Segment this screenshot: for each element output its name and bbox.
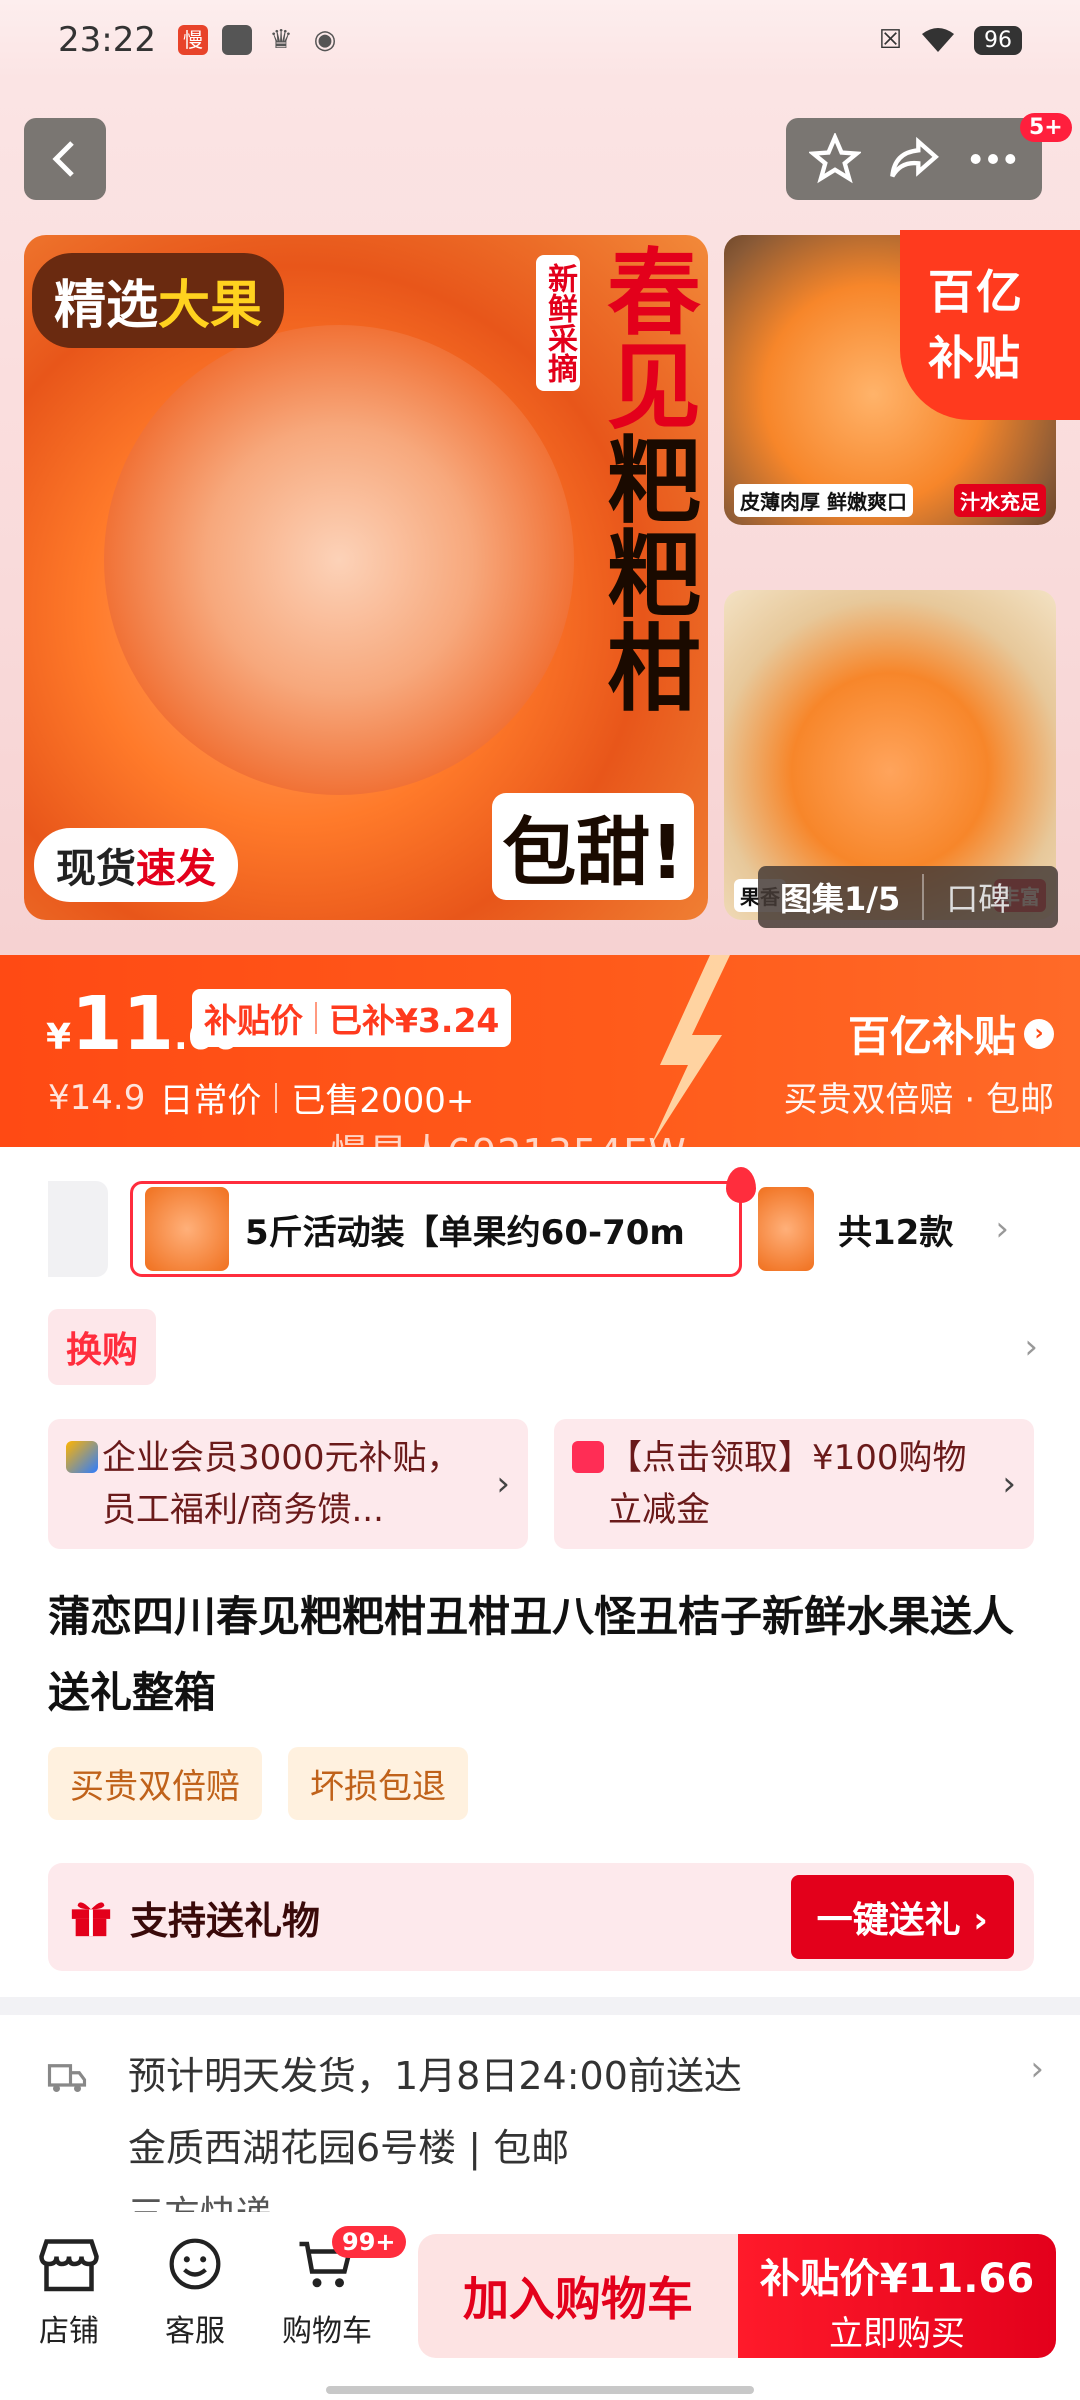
sku-selected-option[interactable]: 5斤活动装【单果约60-70m (130, 1181, 742, 1277)
product-info-card: 5斤活动装【单果约60-70m 共12款 › 换购 › 企业会员3000元补贴，… (0, 1147, 1080, 1997)
peeled-orange-graphic (104, 325, 574, 795)
price-subline: ¥14.9 日常价 已售2000+ (48, 1073, 474, 1122)
back-button[interactable] (24, 118, 106, 200)
side-image-1-caption: 皮薄肉厚 鲜嫩爽口 汁水充足 (734, 484, 1046, 517)
notification-off-icon: ☒ (878, 25, 902, 55)
share-icon[interactable] (888, 133, 940, 185)
smile-icon (169, 2238, 221, 2290)
sold-count: 已售2000+ (291, 1081, 475, 1121)
old-price: ¥14.9 (48, 1077, 146, 1118)
sku-thumbnail (145, 1187, 229, 1271)
chevron-right-icon: › (1002, 1464, 1016, 1504)
gallery-count-label: 图集1/5 (758, 874, 925, 920)
product-title: 蒲恋四川春见粑粑柑丑柑丑八怪丑桔子新鲜水果送人送礼整箱 (48, 1592, 1015, 1717)
subsidy-logo: 百亿 补贴 (900, 230, 1080, 420)
hot-icon (726, 1167, 756, 1203)
wifi-icon (922, 28, 954, 52)
sku-prev-item[interactable] (48, 1181, 108, 1277)
sku-more-options[interactable]: 共12款 › (758, 1181, 1009, 1277)
sku-thumbnail (758, 1187, 814, 1271)
fresh-picked-tag: 新鲜采摘 (536, 255, 580, 391)
subsidy-tag: 补贴价 已补¥3.24 (192, 989, 512, 1047)
home-indicator[interactable] (326, 2386, 754, 2394)
sku-count: 共12款 (838, 1212, 954, 1253)
gift-icon (71, 1902, 111, 1937)
gift-label: 支持送礼物 (130, 1898, 321, 1943)
status-bar: 23:22 慢 ♛ ◉ ☒ 96 (0, 0, 1080, 80)
in-stock-tag: 现货速发 (34, 828, 238, 902)
more-icon[interactable] (967, 133, 1019, 185)
crown-icon: ♛ (269, 25, 293, 55)
chevron-right-icon: › (1030, 2049, 1044, 2089)
sweet-tag: 包甜! (492, 793, 694, 900)
delivery-info[interactable]: 预计明天发货，1月8日24:00前送达 金质西湖花园6号楼 | 包邮 三方快递 … (0, 1997, 1080, 2235)
image-title: 春见粑粑柑 (591, 243, 700, 713)
store-icon (39, 2239, 99, 2292)
subsidy-brand[interactable]: 百亿补贴 › 买贵双倍赔 · 包邮 (784, 1003, 1054, 1121)
delivery-address: 金质西湖花园6号楼 | 包邮 (128, 2126, 570, 2170)
service-chip[interactable]: 坏损包退 (288, 1747, 468, 1820)
chevron-right-icon: › (1024, 1018, 1054, 1049)
promo-coupon[interactable]: 【点击领取】¥100购物立减金 › (554, 1419, 1034, 1549)
swap-row[interactable]: 换购 › (48, 1307, 1038, 1387)
status-time: 23:22 (58, 20, 156, 60)
enterprise-icon (66, 1441, 98, 1473)
chevron-right-icon: › (1024, 1327, 1038, 1367)
circle-icon: ◉ (313, 25, 337, 55)
review-label[interactable]: 口碑 (924, 874, 1032, 920)
top-action-group (786, 118, 1042, 200)
promo-enterprise[interactable]: 企业会员3000元补贴，员工福利/商务馈... › (48, 1419, 528, 1549)
old-price-label: 日常价 (159, 1081, 262, 1121)
truck-icon (47, 2064, 87, 2092)
status-right: ☒ 96 (879, 25, 1022, 55)
app-notification-icon: 慢 (177, 25, 208, 55)
sku-selector: 5斤活动装【单果约60-70m 共12款 › (48, 1167, 1048, 1281)
product-gallery: 5+ 精选大果 新鲜采摘 春见粑粑柑 现货速发 包甜! 皮薄肉厚 鲜嫩爽口 汁水充… (0, 80, 1080, 955)
delivery-estimate: 预计明天发货，1月8日24:00前送达 (128, 2054, 742, 2098)
bottom-action-bar: 店铺 客服 购物车 99+ 加入购物车 补贴价¥11.66 立即购买 (0, 2212, 1080, 2400)
cart-button[interactable]: 购物车 99+ (272, 2226, 406, 2350)
price-banner: ¥11.66 补贴价已补¥3.24 ¥14.9 日常价 已售2000+ 百亿补贴… (0, 955, 1080, 1147)
send-gift-button[interactable]: 一键送礼 › (790, 1875, 1014, 1959)
lightning-decoration (650, 955, 730, 1147)
battery-indicator: 96 (974, 25, 1022, 55)
gallery-counter[interactable]: 图集1/5 口碑 (758, 866, 1058, 928)
buy-now-button[interactable]: 补贴价¥11.66 立即购买 (738, 2234, 1056, 2358)
status-app-icons: 慢 ♛ ◉ (177, 25, 340, 55)
gift-row: 支持送礼物 一键送礼 › (48, 1863, 1034, 1971)
chevron-right-icon: › (995, 1209, 1009, 1249)
card-icon (572, 1441, 604, 1473)
chevron-left-icon (52, 141, 74, 177)
chevron-right-icon: › (496, 1464, 510, 1504)
store-button[interactable]: 店铺 (14, 2236, 124, 2350)
service-chips: 买贵双倍赔 坏损包退 (48, 1747, 468, 1820)
swap-tag: 换购 (48, 1309, 157, 1385)
star-icon[interactable] (809, 133, 862, 185)
cart-badge: 99+ (332, 2226, 406, 2258)
service-button[interactable]: 客服 (140, 2236, 250, 2350)
add-to-cart-button[interactable]: 加入购物车 (418, 2234, 738, 2358)
big-fruit-tag: 精选大果 (32, 253, 285, 348)
book-icon (221, 25, 252, 55)
service-chip[interactable]: 买贵双倍赔 (48, 1747, 262, 1820)
main-product-image[interactable]: 精选大果 新鲜采摘 春见粑粑柑 现货速发 包甜! (24, 235, 708, 920)
message-badge: 5+ (1020, 113, 1072, 142)
